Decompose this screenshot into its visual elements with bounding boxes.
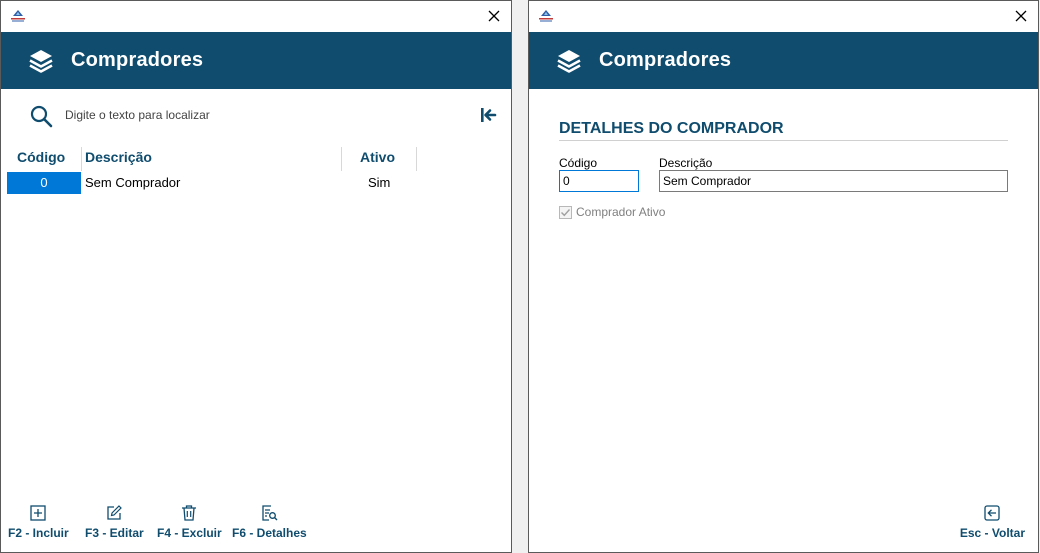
incluir-button[interactable]: F2 - Incluir: [8, 504, 69, 542]
app-logo-icon: [11, 10, 25, 22]
column-header-descricao[interactable]: Descrição: [85, 149, 152, 165]
section-divider: [559, 140, 1008, 141]
voltar-button[interactable]: Esc - Voltar: [960, 504, 1025, 542]
editar-button[interactable]: F3 - Editar: [85, 504, 144, 542]
column-separator[interactable]: [81, 147, 82, 171]
table-header: Código Descrição Ativo: [7, 146, 507, 172]
collapse-panel-icon[interactable]: [478, 105, 498, 125]
table-row[interactable]: 0 Sem Comprador Sim: [7, 172, 507, 194]
checkmark-icon: [561, 208, 571, 216]
comprador-ativo-checkbox[interactable]: Comprador Ativo: [559, 205, 665, 219]
checkbox-label: Comprador Ativo: [576, 205, 666, 219]
comprador-details-window: Compradores DETALHES DO COMPRADOR Código…: [528, 0, 1039, 553]
trash-icon: [182, 505, 197, 521]
title-bar[interactable]: [529, 1, 1038, 32]
app-logo-icon: [539, 10, 553, 22]
compradores-list-window: Compradores Código Descrição Ativo 0 Sem…: [0, 0, 512, 553]
header-bar: Compradores: [1, 32, 511, 89]
detalhes-button[interactable]: F6 - Detalhes: [232, 504, 307, 542]
header-bar: Compradores: [529, 32, 1038, 89]
column-separator[interactable]: [416, 147, 417, 171]
search-input[interactable]: [65, 105, 445, 125]
compradores-table: Código Descrição Ativo 0 Sem Comprador S…: [7, 146, 507, 194]
section-title: DETALHES DO COMPRADOR: [559, 120, 784, 137]
cell-ativo[interactable]: Sim: [368, 172, 390, 194]
descricao-field[interactable]: [659, 170, 1008, 192]
close-button[interactable]: [477, 1, 511, 31]
title-bar[interactable]: [1, 1, 511, 32]
excluir-label: F4 - Excluir: [157, 526, 222, 540]
codigo-label: Código: [559, 156, 598, 170]
cell-codigo[interactable]: 0: [7, 172, 81, 194]
editar-label: F3 - Editar: [85, 526, 144, 540]
details-icon: [262, 505, 278, 521]
voltar-label: Esc - Voltar: [959, 526, 1025, 540]
column-separator[interactable]: [341, 147, 342, 171]
column-header-ativo[interactable]: Ativo: [360, 149, 395, 165]
excluir-button[interactable]: F4 - Excluir: [157, 504, 222, 542]
page-title: Compradores: [71, 49, 204, 71]
detalhes-label: F6 - Detalhes: [232, 526, 307, 540]
edit-icon: [107, 505, 123, 520]
incluir-label: F2 - Incluir: [8, 526, 69, 540]
close-button[interactable]: [1004, 1, 1038, 31]
descricao-label: Descrição: [659, 156, 713, 170]
layers-icon: [557, 50, 581, 73]
search-icon[interactable]: [29, 104, 53, 128]
add-icon: [30, 505, 46, 521]
layers-icon: [29, 50, 53, 73]
close-icon: [488, 10, 500, 22]
column-header-codigo[interactable]: Código: [17, 149, 65, 165]
codigo-field[interactable]: [559, 170, 639, 192]
checkbox-box[interactable]: [559, 205, 572, 219]
close-icon: [1015, 10, 1027, 22]
cell-descricao[interactable]: Sem Comprador: [85, 172, 180, 194]
page-title: Compradores: [599, 49, 732, 71]
back-arrow-icon: [984, 505, 1001, 521]
footer-toolbar: F2 - Incluir F3 - Editar F4 - Excluir F6…: [1, 502, 331, 542]
